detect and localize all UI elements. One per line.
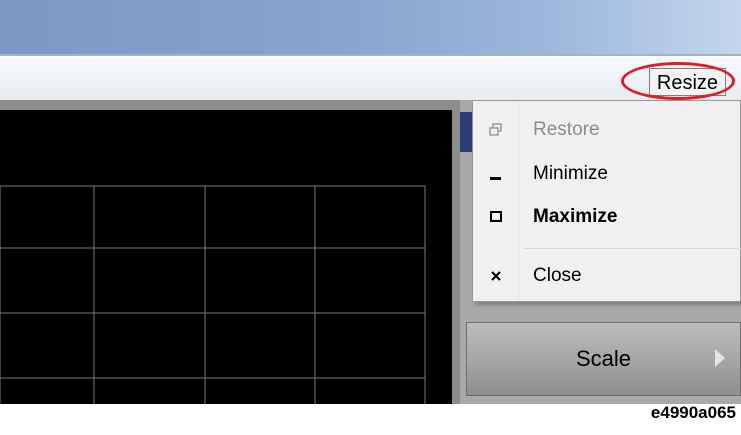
graticule-grid bbox=[0, 185, 426, 404]
figure-caption: e4990a065 bbox=[650, 403, 736, 422]
maximize-icon bbox=[478, 203, 514, 231]
minimize-icon bbox=[478, 160, 514, 188]
measurement-screen bbox=[0, 110, 452, 404]
close-icon bbox=[478, 262, 514, 290]
resize-highlight-ellipse bbox=[621, 62, 735, 100]
menu-separator bbox=[524, 248, 741, 249]
menu-item-maximize[interactable]: Maximize bbox=[533, 203, 617, 231]
softkey-scroll-strip bbox=[460, 112, 472, 152]
menu-item-close[interactable]: Close bbox=[533, 262, 582, 290]
menu-item-minimize[interactable]: Minimize bbox=[533, 160, 608, 188]
menu-item-restore[interactable]: Restore bbox=[533, 116, 600, 144]
menu-icon-gutter bbox=[518, 102, 519, 300]
restore-icon bbox=[478, 116, 514, 144]
scale-softkey-button[interactable]: Scale bbox=[466, 322, 741, 396]
submenu-arrow-icon bbox=[715, 349, 725, 367]
window-title-bar bbox=[0, 0, 741, 56]
